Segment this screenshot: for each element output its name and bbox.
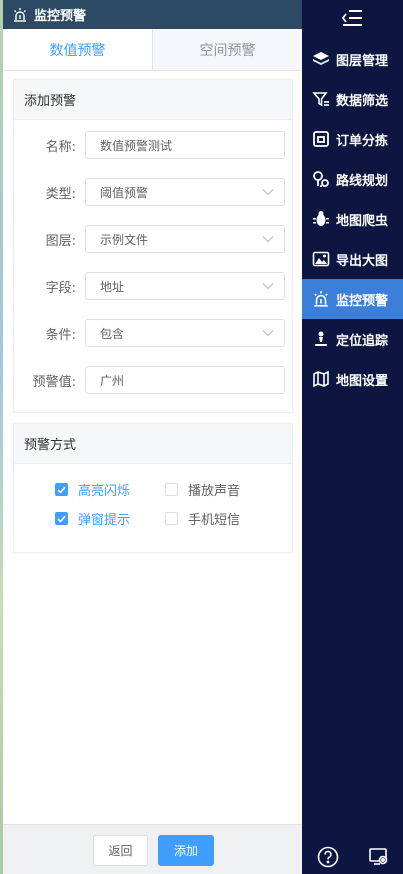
condition-select[interactable]: 包含 (85, 319, 285, 347)
checkbox-play-sound[interactable]: 播放声音 (165, 480, 240, 499)
sidebar-item-location-tracking[interactable]: 定位追踪 (302, 319, 403, 359)
tab-spatial-alert[interactable]: 空间预警 (153, 29, 302, 70)
chevron-down-icon (262, 283, 274, 290)
name-input[interactable]: 数值预警测试 (85, 131, 285, 159)
checkbox-popup-notice[interactable]: 弹窗提示 (55, 509, 130, 528)
panel-title: 监控预警 (34, 9, 87, 24)
back-button[interactable]: 返回 (93, 835, 148, 866)
sidebar-item-label: 监控预警 (336, 293, 389, 309)
image-export-icon (312, 250, 330, 268)
route-icon (312, 170, 330, 188)
field-row-field: 字段: 地址 (14, 272, 294, 300)
filter-icon (312, 90, 330, 108)
panel-footer: 返回 添加 (3, 824, 302, 874)
checkbox-unchecked-icon (165, 512, 178, 525)
add-button[interactable]: 添加 (158, 835, 214, 866)
threshold-input[interactable]: 广州 (85, 366, 285, 394)
sidebar-item-label: 图层管理 (336, 53, 389, 69)
field-label-condition: 条件: (45, 327, 76, 343)
sidebar-item-monitor-alert[interactable]: 监控预警 (302, 279, 403, 319)
sidebar-item-map-settings[interactable]: 地图设置 (302, 359, 403, 399)
bug-icon (312, 210, 330, 228)
field-select-value: 地址 (100, 279, 125, 294)
screen-settings-icon[interactable] (368, 846, 390, 868)
layers-icon (312, 50, 330, 68)
alert-tabs: 数值预警 空间预警 (3, 29, 302, 71)
sidebar-item-data-filter[interactable]: 数据筛选 (302, 79, 403, 119)
checkbox-label: 手机短信 (188, 513, 241, 528)
sidebar-item-label: 地图爬虫 (336, 213, 389, 229)
monitor-alert-icon (312, 290, 330, 308)
order-icon (312, 130, 330, 148)
location-track-icon (312, 330, 330, 348)
sidebar-item-label: 数据筛选 (336, 93, 389, 109)
alarm-icon (12, 7, 28, 23)
alert-method-card: 预警方式 高亮闪烁 播放声音 弹窗提示 手机短信 (13, 423, 293, 553)
chevron-down-icon (262, 189, 274, 196)
layer-select[interactable]: 示例文件 (85, 225, 285, 253)
field-select[interactable]: 地址 (85, 272, 285, 300)
alert-method-card-title: 预警方式 (14, 424, 292, 464)
field-label-threshold: 预警值: (32, 374, 76, 390)
field-label-layer: 图层: (45, 233, 76, 249)
type-select[interactable]: 阈值预警 (85, 178, 285, 206)
field-row-name: 名称: 数值预警测试 (14, 131, 294, 159)
type-select-value: 阈值预警 (100, 185, 149, 200)
sidebar-item-layer-management[interactable]: 图层管理 (302, 39, 403, 79)
map-settings-icon (312, 370, 330, 388)
sidebar-item-label: 路线规划 (336, 173, 389, 189)
chevron-down-icon (262, 236, 274, 243)
field-row-type: 类型: 阈值预警 (14, 178, 294, 206)
add-alert-card-title: 添加预警 (14, 80, 292, 120)
layer-select-value: 示例文件 (100, 232, 149, 247)
condition-select-value: 包含 (100, 326, 125, 341)
sidebar-item-label: 定位追踪 (336, 333, 389, 349)
threshold-input-value: 广州 (100, 373, 125, 388)
field-row-condition: 条件: 包含 (14, 319, 294, 347)
checkbox-label: 高亮闪烁 (78, 484, 131, 499)
field-label-type: 类型: (45, 186, 76, 202)
field-label-name: 名称: (45, 139, 76, 155)
checkbox-checked-icon (55, 512, 68, 525)
sidebar-item-order-sorting[interactable]: 订单分拣 (302, 119, 403, 159)
field-row-threshold: 预警值: 广州 (14, 366, 294, 394)
sidebar-item-label: 导出大图 (336, 253, 389, 269)
main-sidebar: 图层管理 数据筛选 订单分拣 路线规划 地图爬虫 导出大图 监控预警 定位追踪 … (302, 0, 403, 874)
monitor-alert-panel: 监控预警 数值预警 空间预警 添加预警 名称: 数值预警测试 类型: 阈值预警 … (3, 0, 302, 874)
panel-header: 监控预警 (3, 0, 302, 29)
help-icon[interactable] (317, 846, 339, 868)
checkbox-checked-icon (55, 483, 68, 496)
checkbox-label: 弹窗提示 (78, 513, 131, 528)
tab-numeric-alert[interactable]: 数值预警 (3, 29, 153, 70)
sidebar-item-route-planning[interactable]: 路线规划 (302, 159, 403, 199)
sidebar-item-label: 订单分拣 (336, 133, 389, 149)
field-row-layer: 图层: 示例文件 (14, 225, 294, 253)
sidebar-item-export-image[interactable]: 导出大图 (302, 239, 403, 279)
checkbox-sms[interactable]: 手机短信 (165, 509, 240, 528)
add-alert-card: 添加预警 名称: 数值预警测试 类型: 阈值预警 图层: 示例文件 字段: 地址… (13, 79, 293, 413)
sidebar-item-label: 地图设置 (336, 373, 389, 389)
menu-collapse-icon[interactable] (340, 8, 364, 28)
chevron-down-icon (262, 330, 274, 337)
field-label-field: 字段: (45, 280, 76, 296)
checkbox-highlight-flash[interactable]: 高亮闪烁 (55, 480, 130, 499)
checkbox-label: 播放声音 (188, 484, 241, 499)
checkbox-unchecked-icon (165, 483, 178, 496)
name-input-value: 数值预警测试 (100, 138, 173, 153)
sidebar-item-map-crawler[interactable]: 地图爬虫 (302, 199, 403, 239)
